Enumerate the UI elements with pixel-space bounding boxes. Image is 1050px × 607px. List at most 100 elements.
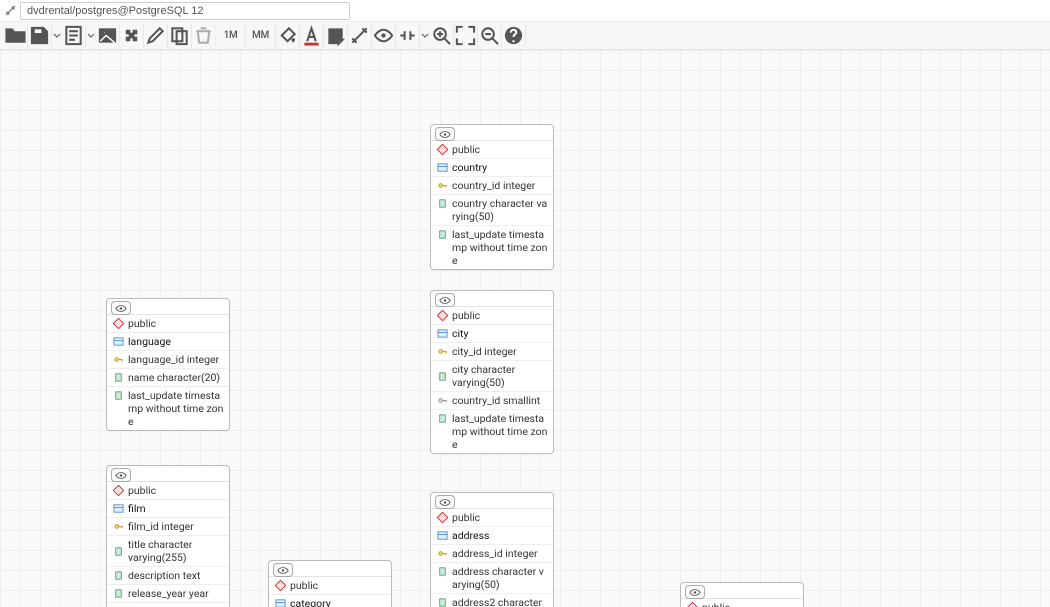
entity-address[interactable]: public address address_id integer address c…	[430, 492, 554, 607]
zoom-fit-button[interactable]	[454, 24, 478, 48]
table-name: language	[128, 335, 224, 348]
entity-country[interactable]: publiccountrycountry_id integercountry c…	[430, 124, 554, 270]
many-to-many-button[interactable]: MM	[246, 24, 276, 48]
pk-icon	[436, 346, 448, 358]
table-row: address	[431, 527, 553, 545]
fill-color-button[interactable]	[276, 24, 300, 48]
toggle-visibility-icon[interactable]	[685, 585, 705, 599]
schema-icon	[274, 580, 286, 592]
column-icon	[112, 570, 124, 582]
schema-icon	[436, 310, 448, 322]
schema-row: public	[431, 307, 553, 325]
note-button[interactable]	[324, 24, 348, 48]
column-row: city character varying(50)	[431, 361, 553, 392]
table-name: address	[452, 529, 548, 542]
column-icon	[436, 412, 448, 424]
image-export-button[interactable]	[96, 24, 120, 48]
table-name: country	[452, 161, 548, 174]
schema-name: public	[452, 143, 548, 156]
table-row: film	[107, 500, 229, 518]
entity-film[interactable]: public film film_id integer title character…	[106, 465, 230, 607]
column-def: title character varying(255)	[128, 538, 224, 564]
column-def: last_update timestamp without time zone	[452, 412, 548, 451]
schema-icon	[436, 144, 448, 156]
column-def: name character(20)	[128, 371, 224, 384]
table-row: country	[431, 159, 553, 177]
copy-button[interactable]	[168, 24, 192, 48]
column-icon	[436, 565, 448, 577]
column-row: address2 character varying(50)	[431, 594, 553, 607]
add-table-button[interactable]	[120, 24, 144, 48]
fk-icon	[436, 395, 448, 407]
column-icon	[436, 370, 448, 382]
column-row: last_update timestamp without time zone	[107, 387, 229, 430]
schema-row: public	[431, 509, 553, 527]
table-icon	[112, 503, 124, 515]
schema-name: public	[128, 484, 224, 497]
column-icon	[112, 389, 124, 401]
schema-row: public	[681, 599, 803, 607]
column-row: country_id smallint	[431, 392, 553, 410]
open-folder-button[interactable]	[4, 24, 28, 48]
column-row: address character varying(50)	[431, 563, 553, 594]
schema-name: public	[452, 309, 548, 322]
column-icon	[112, 545, 124, 557]
column-def: address character varying(50)	[452, 565, 548, 591]
column-def: description text	[128, 569, 224, 582]
column-row: title character varying(255)	[107, 536, 229, 567]
zoom-in-button[interactable]	[430, 24, 454, 48]
column-def: address_id integer	[452, 547, 548, 560]
pk-icon	[112, 354, 124, 366]
schema-row: public	[107, 315, 229, 333]
help-button[interactable]	[502, 24, 526, 48]
pk-icon	[112, 521, 124, 533]
auto-layout-button[interactable]	[348, 24, 372, 48]
column-def: country_id smallint	[452, 394, 548, 407]
column-def: country_id integer	[452, 179, 548, 192]
column-row: country_id integer	[431, 177, 553, 195]
entity-anotherref[interactable]: publicanotherrefid bigint	[680, 582, 804, 607]
entity-category[interactable]: publiccategorycategory_id integername ch…	[268, 560, 392, 607]
toggle-visibility-icon[interactable]	[435, 127, 455, 141]
column-row: city_id integer	[431, 343, 553, 361]
column-icon	[112, 588, 124, 600]
column-def: city_id integer	[452, 345, 548, 358]
schema-name: public	[128, 317, 224, 330]
entity-city[interactable]: publiccitycity_id integercity character …	[430, 290, 554, 454]
text-color-button[interactable]	[300, 24, 324, 48]
zoom-out-button[interactable]	[478, 24, 502, 48]
schema-row: public	[107, 482, 229, 500]
erd-canvas[interactable]: public language language_id integer name ch…	[0, 50, 1050, 607]
connection-title-input[interactable]	[20, 2, 350, 20]
toggle-visibility-icon[interactable]	[273, 563, 293, 577]
save-button[interactable]	[28, 24, 52, 48]
toolbar: 1M MM	[0, 22, 1050, 50]
toggle-visibility-icon[interactable]	[111, 301, 131, 315]
save-menu-caret[interactable]	[52, 32, 62, 40]
schema-icon	[112, 318, 124, 330]
notation-button[interactable]	[396, 24, 420, 48]
column-def: film_id integer	[128, 520, 224, 533]
entity-language[interactable]: public language language_id integer name ch…	[106, 298, 230, 431]
table-icon	[436, 328, 448, 340]
column-row: language_id smallint	[107, 603, 229, 607]
column-row: release_year year	[107, 585, 229, 603]
one-to-many-button[interactable]: 1M	[216, 24, 246, 48]
toggle-visibility-icon[interactable]	[435, 293, 455, 307]
toggle-visibility-icon[interactable]	[111, 468, 131, 482]
notation-menu-caret[interactable]	[420, 32, 430, 40]
table-name: film	[128, 502, 224, 515]
table-row: category	[269, 595, 391, 607]
sql-file-menu-caret[interactable]	[86, 32, 96, 40]
sql-file-button[interactable]	[62, 24, 86, 48]
table-icon	[436, 530, 448, 542]
schema-icon	[436, 512, 448, 524]
visibility-button[interactable]	[372, 24, 396, 48]
column-row: language_id integer	[107, 351, 229, 369]
toggle-visibility-icon[interactable]	[435, 495, 455, 509]
schema-name: public	[290, 579, 386, 592]
edit-button[interactable]	[144, 24, 168, 48]
column-row: name character(20)	[107, 369, 229, 387]
column-def: address2 character varying(50)	[452, 596, 548, 607]
delete-button[interactable]	[192, 24, 216, 48]
